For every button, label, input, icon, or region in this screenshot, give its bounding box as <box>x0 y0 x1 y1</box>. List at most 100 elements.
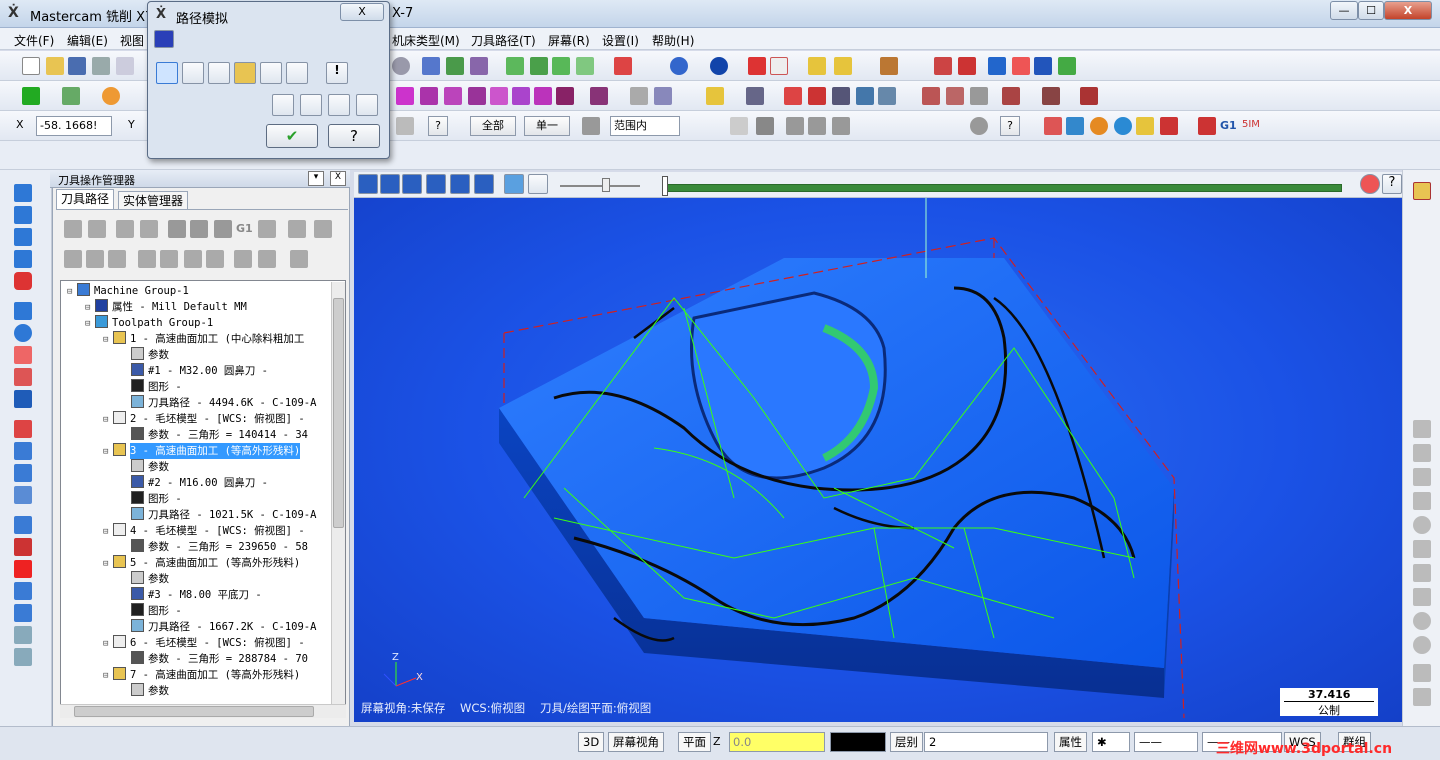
move-up-op-icon[interactable] <box>160 250 178 268</box>
tree-row[interactable]: 参数 <box>121 347 169 363</box>
menu-view[interactable]: 视图 <box>120 32 144 49</box>
select-dirty-ops-icon[interactable] <box>88 220 106 238</box>
eraser-icon[interactable] <box>14 368 32 386</box>
tree-row[interactable]: 图形 - <box>121 491 182 507</box>
measure-icon[interactable] <box>988 57 1006 75</box>
cube-green-icon-4[interactable] <box>576 57 594 75</box>
tree-row[interactable]: ⊟ 6 - 毛坯模型 - [WCS: 俯视图] - <box>103 635 305 651</box>
warning-button[interactable] <box>1360 174 1380 194</box>
drill-icon[interactable] <box>1002 87 1020 105</box>
tree-expander-icon[interactable]: ⊟ <box>103 412 113 428</box>
scroll-to-arrow-icon[interactable] <box>206 250 224 268</box>
table-icon[interactable] <box>808 87 826 105</box>
tree-row[interactable]: ⊟ Toolpath Group-1 <box>85 315 213 331</box>
color-icon[interactable] <box>1012 57 1030 75</box>
tree-row[interactable]: 参数 - 三角形 = 288784 - 70 <box>121 651 308 667</box>
tree-row[interactable]: 参数 <box>121 571 169 587</box>
view-icon-2[interactable] <box>446 57 464 75</box>
tree-row[interactable]: ⊟ 1 - 高速曲面加工 (中心除料粗加工 <box>103 331 304 347</box>
cube-blue-icon[interactable] <box>14 390 32 408</box>
select-mode-icon-5[interactable] <box>970 117 988 135</box>
xform-icon-8[interactable] <box>556 87 574 105</box>
select-all-ops-icon[interactable] <box>64 220 82 238</box>
3d-button[interactable]: 3D <box>578 732 605 752</box>
calc-icon[interactable] <box>14 486 32 504</box>
wire-box-icon[interactable] <box>14 626 32 644</box>
skip-back-button[interactable] <box>402 174 422 194</box>
tree-row[interactable]: ⊟ 属性 - Mill Default MM <box>85 299 247 315</box>
tool-manager-icon[interactable] <box>290 250 308 268</box>
progress-bar[interactable] <box>664 184 1342 192</box>
verify-icon[interactable] <box>1090 117 1108 135</box>
skip-forward-button[interactable] <box>474 174 494 194</box>
xform-icon-6[interactable] <box>512 87 530 105</box>
tree-row[interactable]: #3 - M8.00 平底刀 - <box>121 587 262 603</box>
tree-expander-icon[interactable]: ⊟ <box>85 300 95 316</box>
cube-green-icon-2[interactable] <box>530 57 548 75</box>
solid-icon[interactable] <box>856 87 874 105</box>
mill-icon[interactable] <box>922 87 940 105</box>
new-file-icon[interactable] <box>22 57 40 75</box>
sigma-icon[interactable] <box>1034 57 1052 75</box>
boolean-icon[interactable] <box>14 538 32 556</box>
select-mode-icon-2[interactable] <box>786 117 804 135</box>
machine-icon[interactable] <box>1044 117 1062 135</box>
cube-green-icon-3[interactable] <box>552 57 570 75</box>
menu-edit[interactable]: 编辑(E) <box>67 32 108 49</box>
setup-sheet-icon[interactable] <box>1160 117 1178 135</box>
cube-green-icon[interactable] <box>506 57 524 75</box>
snap-icon-6[interactable] <box>1413 540 1431 558</box>
plane-button[interactable]: 平面 <box>678 732 711 752</box>
pencil-icon-2[interactable] <box>834 57 852 75</box>
x-coord-input[interactable]: -58. 1668! <box>36 116 112 136</box>
sim-help-button[interactable]: ? <box>1382 174 1402 194</box>
color-palette-icon[interactable] <box>1413 182 1431 200</box>
tree-expander-icon[interactable]: ⊟ <box>103 524 113 540</box>
post-icon[interactable] <box>1136 117 1154 135</box>
tiles-icon[interactable] <box>14 516 32 534</box>
snap-icon-1[interactable] <box>1413 420 1431 438</box>
wire-box-icon-2[interactable] <box>14 648 32 666</box>
move-up-icon[interactable] <box>14 184 32 202</box>
xform-icon-5[interactable] <box>490 87 508 105</box>
tree-row[interactable]: 参数 - 三角形 = 239650 - 58 <box>121 539 308 555</box>
wireframe-icon[interactable] <box>770 57 788 75</box>
solid-icon-2[interactable] <box>878 87 896 105</box>
menu-machine-type[interactable]: 机床类型(M) <box>392 32 460 49</box>
camera-icon[interactable] <box>328 94 350 116</box>
menu-screen[interactable]: 屏幕(R) <box>548 32 590 49</box>
select-mode-icon-3[interactable] <box>808 117 826 135</box>
mill-icon-2[interactable] <box>946 87 964 105</box>
box-icon[interactable] <box>14 302 32 320</box>
stock-icon[interactable] <box>1042 87 1060 105</box>
move-down-icon[interactable] <box>14 250 32 268</box>
analyze-icon[interactable] <box>934 57 952 75</box>
single-display-icon[interactable] <box>234 250 252 268</box>
dialog-close-button[interactable]: X <box>340 3 384 21</box>
regen-all-icon[interactable] <box>116 220 134 238</box>
snap-icon-10[interactable] <box>1413 636 1431 654</box>
options-icon-2[interactable] <box>300 94 322 116</box>
properties-button[interactable]: 属性 <box>1054 732 1087 752</box>
select-all-button[interactable]: 全部 <box>470 116 516 136</box>
view-icon-1[interactable] <box>422 57 440 75</box>
display-group-icon[interactable] <box>258 250 276 268</box>
dialog-save-icon[interactable] <box>356 94 378 116</box>
regen-dirty-icon[interactable] <box>140 220 158 238</box>
tree-hscrollbar[interactable] <box>60 704 346 718</box>
arc-icon[interactable] <box>14 228 32 246</box>
tree-row[interactable]: ⊟ 7 - 高速曲面加工 (等高外形残料) <box>103 667 300 683</box>
view-icon-3[interactable] <box>470 57 488 75</box>
line-icon[interactable] <box>62 87 80 105</box>
trim-icon[interactable] <box>590 87 608 105</box>
level-button[interactable]: 层别 <box>890 732 923 752</box>
shell-icon[interactable] <box>14 604 32 622</box>
snap-icon-3[interactable] <box>1413 468 1431 486</box>
close-button[interactable]: X <box>1384 1 1432 20</box>
panel-close-button[interactable]: X <box>330 171 346 186</box>
tree-row[interactable]: 参数 - 三角形 = 140414 - 34 <box>121 427 308 443</box>
edit-solid-icon[interactable] <box>14 582 32 600</box>
toolpath-tree[interactable]: ⊟ Machine Group-1 ⊟ 属性 - Mill Default MM ⊟ To… <box>60 280 346 718</box>
progress-marker[interactable] <box>662 176 668 196</box>
simulate-op-icon[interactable] <box>214 220 232 238</box>
